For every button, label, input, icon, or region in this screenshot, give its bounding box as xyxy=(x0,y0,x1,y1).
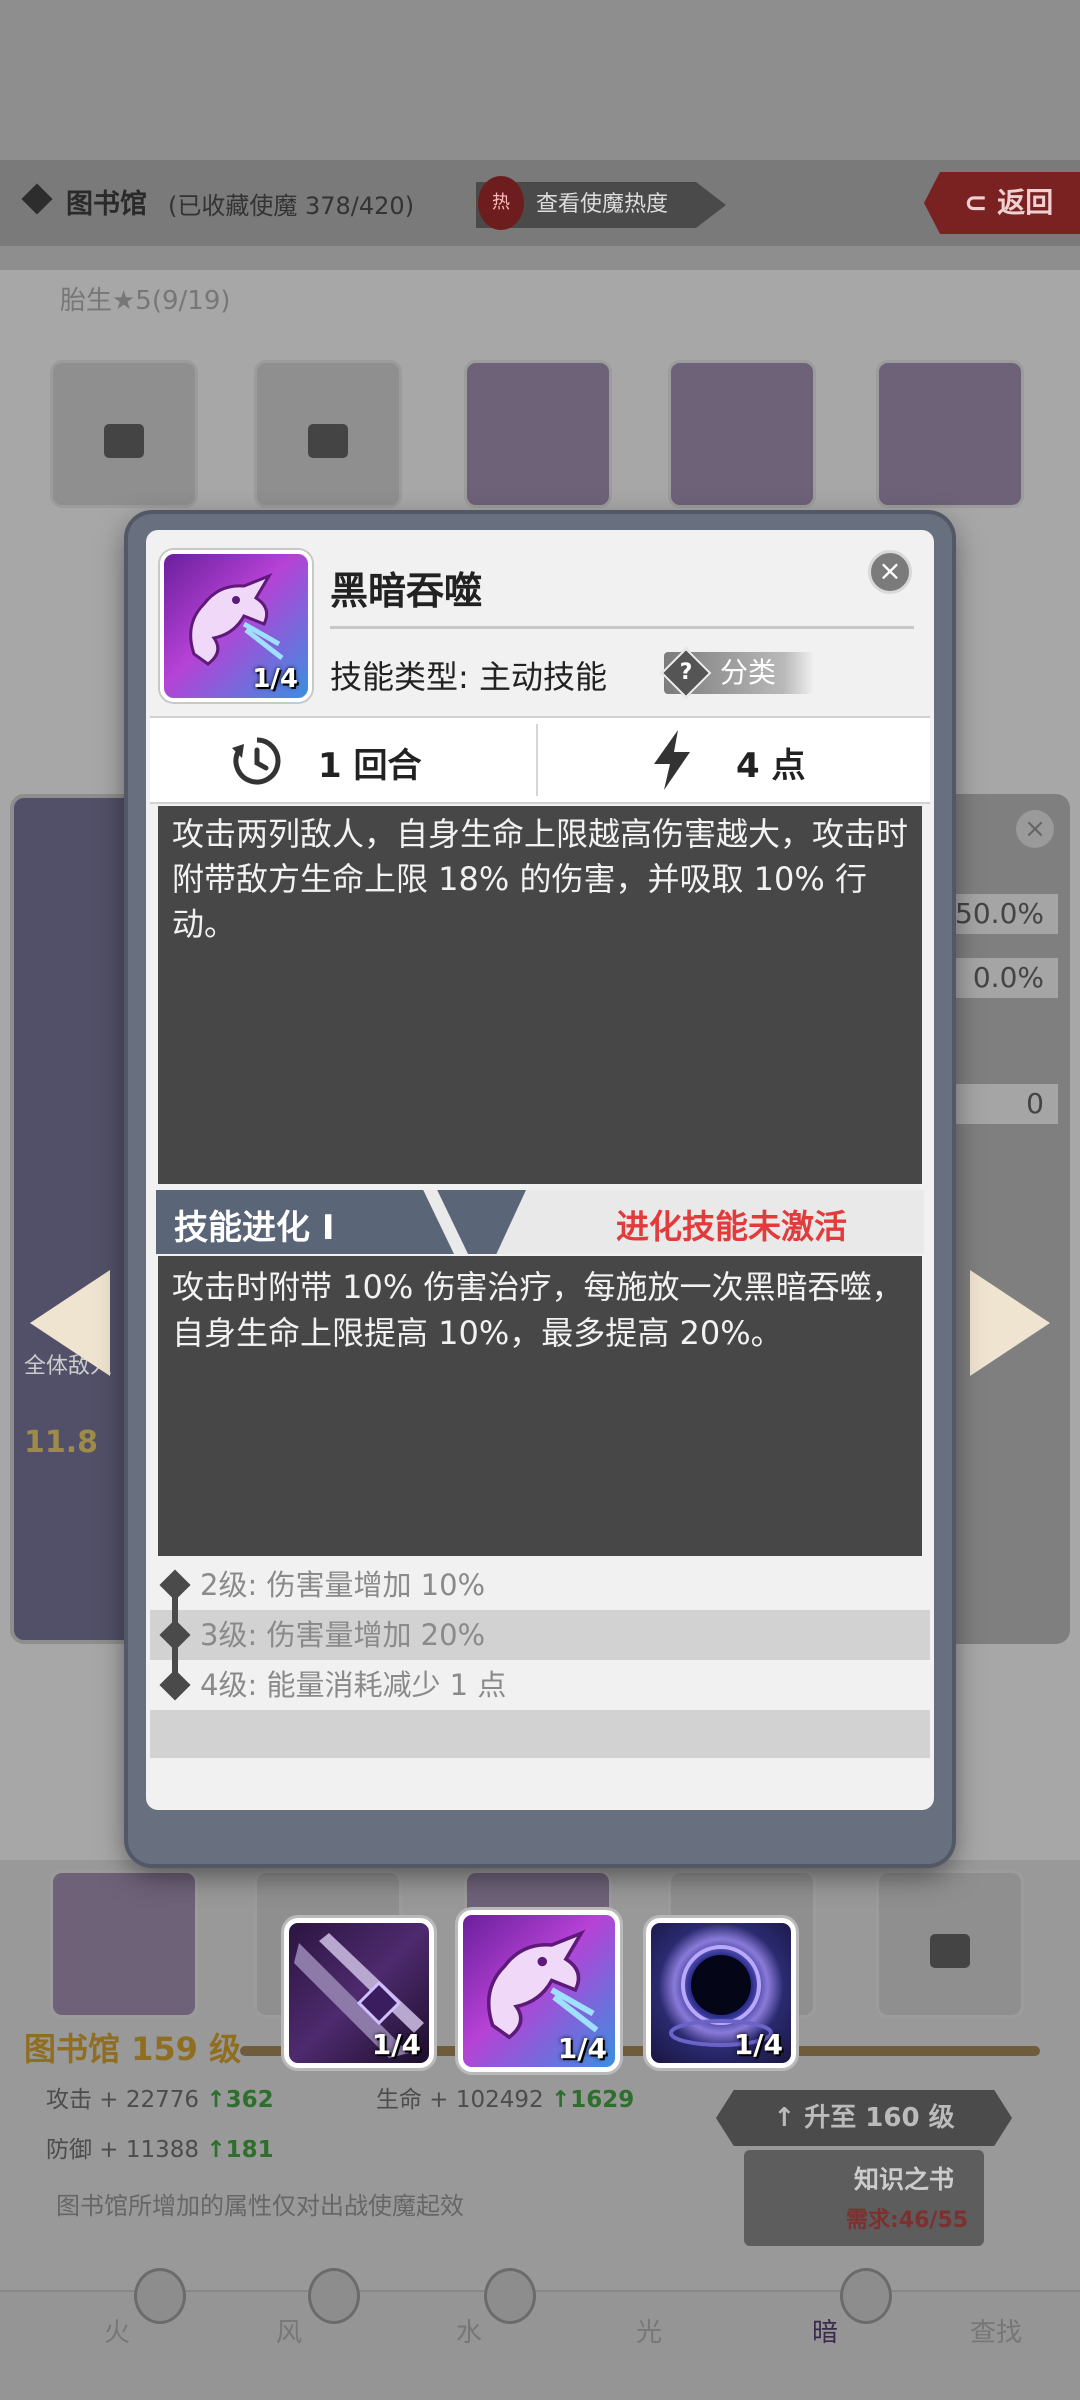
monster-card[interactable] xyxy=(668,360,816,508)
dark-dragon-icon xyxy=(486,1929,599,2040)
upgrade-level-4: 4级: 能量消耗减少 1 点 xyxy=(200,1668,507,1702)
defense-stat-label: 防御 + 11388 xyxy=(46,2137,200,2163)
cooldown-value: 1 回合 xyxy=(318,746,422,786)
tab-fire[interactable]: 火 xyxy=(104,2312,130,2349)
tab-wind[interactable]: 风 xyxy=(276,2312,302,2349)
monster-card[interactable] xyxy=(50,1870,198,2018)
evolution-status: 进化技能未激活 xyxy=(616,1207,847,1246)
section-title: 胎生★5(9/19) xyxy=(60,286,231,316)
skill-icon: 1/4 xyxy=(160,550,312,702)
skill-description: 攻击两列敌人，自身生命上限越高伤害越大，攻击时附带敌方生命上限 18% 的伤害，… xyxy=(172,815,909,943)
hp-stat: 生命 + 102492 ↑1629 xyxy=(376,2080,634,2114)
stat-value: 50.0% xyxy=(948,894,1058,934)
back-button[interactable]: ⊂ 返回 xyxy=(924,172,1080,234)
library-count: (已收藏使魔 378/420) xyxy=(168,192,415,220)
skill-type: 技能类型: 主动技能 xyxy=(330,658,607,696)
skill-slot-selected[interactable]: 1/4 xyxy=(458,1910,620,2072)
skill-slot-level: 1/4 xyxy=(733,2028,783,2061)
stat-value: 0.0% xyxy=(948,958,1058,998)
close-icon[interactable]: × xyxy=(868,550,912,594)
evolution-title: 技能进化 Ⅰ xyxy=(174,1208,335,1248)
tab-alert-badge xyxy=(484,2268,536,2324)
category-label: 分类 xyxy=(720,656,777,689)
divider xyxy=(536,724,538,796)
attack-stat-label: 攻击 + 22776 xyxy=(46,2087,200,2113)
tab-alert-badge xyxy=(840,2268,892,2324)
divider xyxy=(330,626,914,629)
hp-stat-label: 生命 + 102492 xyxy=(376,2087,544,2113)
upgrade-level-2: 2级: 伤害量增加 10% xyxy=(200,1568,486,1602)
lock-icon xyxy=(104,424,144,458)
library-note: 图书馆所增加的属性仅对出战使魔起效 xyxy=(56,2192,464,2220)
empty-row xyxy=(150,1710,930,1758)
skill-name: 黑暗吞噬 xyxy=(330,569,483,613)
tab-alert-badge xyxy=(308,2268,360,2324)
attack-stat: 攻击 + 22776 ↑362 xyxy=(46,2080,274,2114)
skill-level: 1/4 xyxy=(252,664,298,694)
upgrade-level-button[interactable]: ↑ 升至 160 级 xyxy=(716,2090,1012,2146)
defense-stat: 防御 + 11388 ↑181 xyxy=(46,2130,274,2164)
locked-card[interactable] xyxy=(50,360,198,508)
monster-card[interactable] xyxy=(876,360,1024,508)
knowledge-book-requirement: 需求:46/55 xyxy=(846,2208,969,2233)
lock-icon xyxy=(308,424,348,458)
tab-water[interactable]: 水 xyxy=(456,2312,482,2349)
back-label: 返回 xyxy=(997,186,1054,219)
upgrade-level-3: 3级: 伤害量增加 20% xyxy=(150,1610,930,1660)
library-title: 图书馆 xyxy=(66,189,147,220)
tab-dark[interactable]: 暗 xyxy=(812,2312,838,2349)
tab-alert-badge xyxy=(134,2268,186,2324)
panel-close-icon[interactable]: × xyxy=(1016,810,1054,848)
attack-up: ↑362 xyxy=(206,2087,274,2113)
locked-card[interactable] xyxy=(876,1870,1024,2018)
tab-light[interactable]: 光 xyxy=(636,2312,662,2349)
hot-badge-icon: 热 xyxy=(478,176,524,230)
dragon-icon xyxy=(189,572,284,666)
knowledge-book-title: 知识之书 xyxy=(854,2165,955,2194)
skill-slot[interactable]: 1/4 xyxy=(646,1918,796,2068)
cooldown-clock-icon xyxy=(232,737,281,785)
monster-card[interactable] xyxy=(464,360,612,508)
hp-up: ↑1629 xyxy=(551,2087,635,2113)
left-power-value: 11.8 xyxy=(24,1425,99,1460)
locked-card[interactable] xyxy=(254,360,402,508)
energy-cost-value: 4 点 xyxy=(736,746,806,786)
defense-up: ↑181 xyxy=(206,2137,274,2163)
lock-icon xyxy=(930,1934,970,1968)
evolution-description: 攻击时附带 10% 伤害治疗，每施放一次黑暗吞噬，自身生命上限提高 10%，最多… xyxy=(172,1268,904,1352)
skill-slot-level: 1/4 xyxy=(371,2028,421,2061)
library-level: 图书馆 159 级 xyxy=(24,2030,242,2068)
skill-slot-level: 1/4 xyxy=(557,2032,607,2065)
tab-search[interactable]: 查找 xyxy=(970,2312,1022,2349)
energy-bolt-icon xyxy=(654,730,690,790)
upgrade-level-label: 升至 160 级 xyxy=(804,2103,955,2133)
skill-slot[interactable]: 1/4 xyxy=(284,1918,434,2068)
stat-value: 0 xyxy=(948,1084,1058,1124)
